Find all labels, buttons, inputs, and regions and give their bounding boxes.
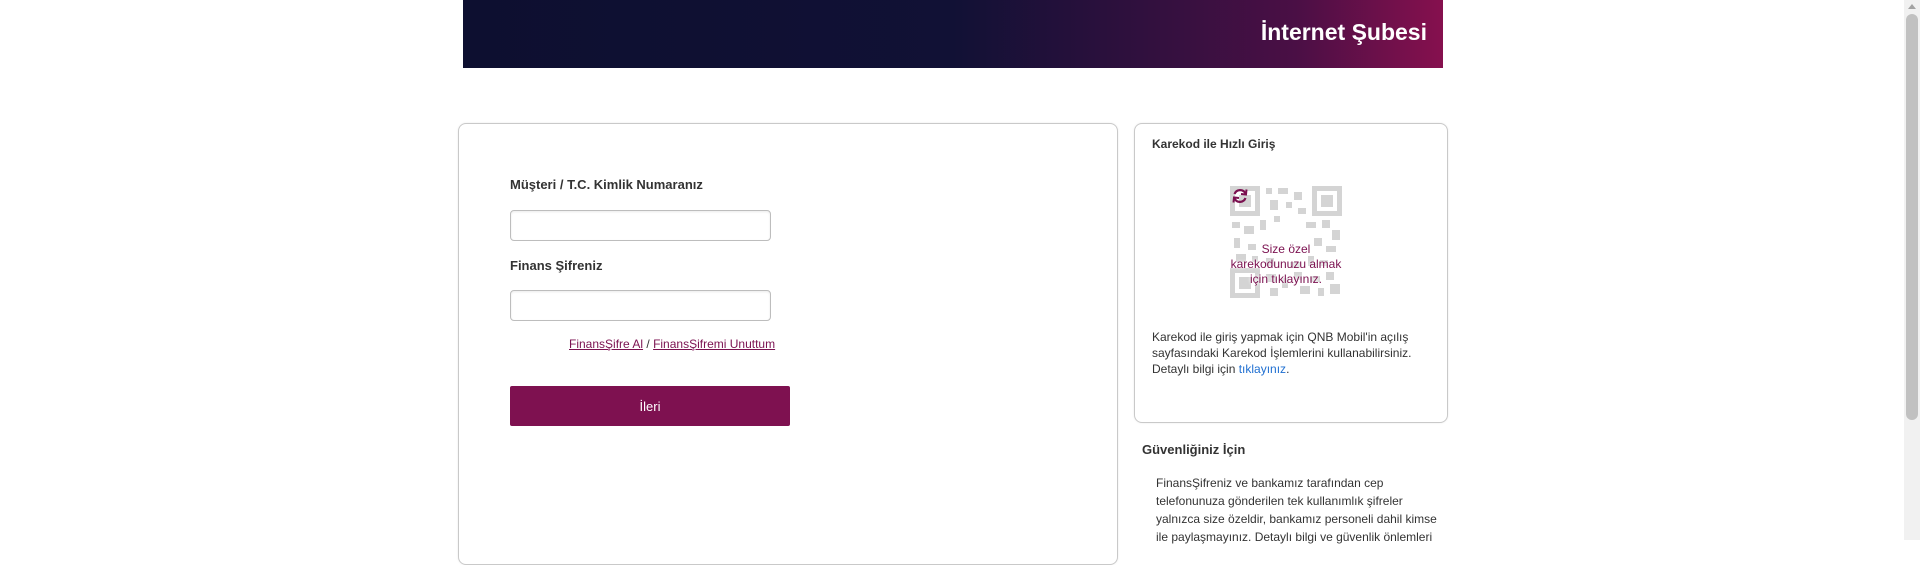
forgot-password-link[interactable]: FinansŞifremi Unuttum [653, 337, 775, 351]
qr-info-link[interactable]: tıklayınız [1239, 362, 1286, 376]
customer-number-label: Müşteri / T.C. Kimlik Numaranız [510, 177, 703, 192]
page-title: İnternet Şubesi [1260, 19, 1427, 45]
security-title: Güvenliğiniz İçin [1142, 442, 1246, 457]
next-button[interactable]: İleri [510, 386, 790, 426]
links-separator: / [643, 337, 654, 351]
password-input[interactable] [510, 290, 771, 321]
security-text: FinansŞifreniz ve bankamız tarafından ce… [1156, 476, 1437, 544]
qr-info-end: . [1286, 362, 1290, 376]
get-password-link[interactable]: FinansŞifre Al [569, 337, 643, 351]
scroll-up-arrow-icon[interactable] [1908, 4, 1916, 9]
qr-panel-title: Karekod ile Hızlı Giriş [1152, 137, 1276, 151]
login-panel: Müşteri / T.C. Kimlik Numaranız Finans Ş… [458, 123, 1118, 565]
qr-info-text: Karekod ile giriş yapmak için QNB Mobil'… [1152, 329, 1437, 377]
customer-number-input[interactable] [510, 210, 771, 241]
scrollbar-thumb[interactable] [1906, 14, 1918, 420]
refresh-icon [1232, 189, 1248, 203]
qr-overlay-text: Size özel karekodunuzu almak için tıklay… [1230, 242, 1342, 286]
password-label: Finans Şifreniz [510, 258, 603, 273]
password-links: FinansŞifre Al / FinansŞifremi Unuttum [569, 337, 775, 351]
qr-login-panel: Karekod ile Hızlı Giriş Size özel kareko… [1134, 123, 1448, 423]
qr-code-button[interactable]: Size özel karekodunuzu almak için tıklay… [1230, 186, 1342, 298]
vertical-scrollbar[interactable] [1904, 0, 1920, 540]
top-header-banner: İnternet Şubesi [463, 0, 1443, 68]
